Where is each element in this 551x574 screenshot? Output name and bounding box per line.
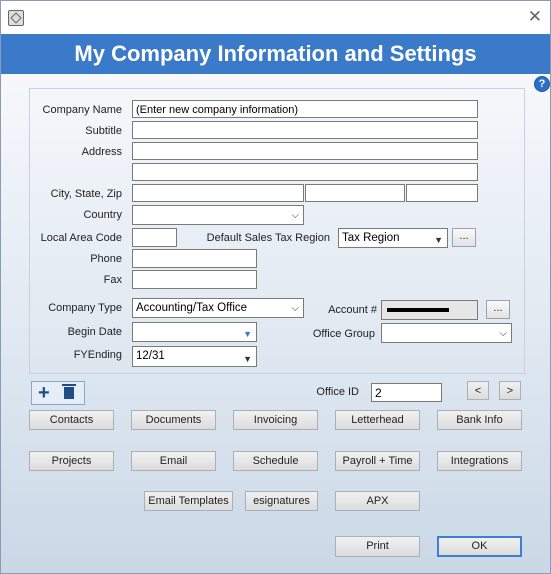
fy-ending-value: 12/31 (136, 350, 165, 362)
chevron-down-icon: ⌵ (499, 328, 507, 339)
apx-button[interactable]: APX (335, 491, 420, 511)
phone-field[interactable] (132, 249, 257, 268)
address-label: Address (81, 146, 122, 158)
email-templates-button[interactable]: Email Templates (144, 491, 233, 511)
office-id-field[interactable]: 2 (371, 383, 442, 402)
help-icon[interactable]: ? (534, 76, 550, 92)
local-area-code-field[interactable] (132, 228, 177, 247)
letterhead-button[interactable]: Letterhead (335, 410, 420, 430)
tax-region-select[interactable]: Tax Region ▼ (338, 228, 448, 248)
payroll-time-button[interactable]: Payroll + Time (335, 451, 420, 471)
projects-button[interactable]: Projects (29, 451, 114, 471)
email-button[interactable]: Email (131, 451, 216, 471)
subtitle-field[interactable] (132, 121, 478, 139)
company-type-value: Accounting/Tax Office (136, 302, 248, 314)
dialog-window: ✕ My Company Information and Settings ? … (0, 0, 551, 574)
previous-record-button[interactable]: < (467, 381, 489, 400)
tax-region-value: Tax Region (342, 232, 400, 244)
print-button[interactable]: Print (335, 536, 420, 557)
fax-field[interactable] (132, 270, 257, 289)
dropdown-arrow-icon: ▼ (243, 354, 252, 364)
company-name-field[interactable]: (Enter new company information) (132, 100, 478, 118)
schedule-button[interactable]: Schedule (233, 451, 318, 471)
zip-field[interactable] (406, 184, 478, 202)
city-state-zip-label: City, State, Zip (50, 188, 122, 200)
next-record-button[interactable]: > (499, 381, 521, 400)
title-bar: ✕ (1, 1, 550, 33)
fy-ending-label: FYEnding (73, 349, 122, 361)
company-name-label: Company Name (42, 104, 122, 116)
phone-label: Phone (90, 253, 122, 265)
chevron-down-icon: ⌵ (291, 303, 299, 314)
contacts-button[interactable]: Contacts (29, 410, 114, 430)
documents-button[interactable]: Documents (131, 410, 216, 430)
tax-region-browse-button[interactable]: ... (452, 228, 476, 247)
calendar-dropdown-icon: ▼ (243, 329, 252, 339)
begin-date-picker[interactable]: ▼ (132, 322, 257, 342)
begin-date-label: Begin Date (67, 326, 122, 338)
tax-region-label: Default Sales Tax Region (206, 232, 330, 244)
dropdown-arrow-icon: ▼ (434, 235, 443, 245)
trash-icon[interactable] (62, 384, 76, 399)
company-type-label: Company Type (48, 302, 122, 314)
app-icon (8, 10, 24, 26)
account-label: Account # (328, 304, 377, 316)
close-icon[interactable]: ✕ (528, 7, 542, 27)
chevron-down-icon: ⌵ (291, 210, 299, 221)
address-line2-field[interactable] (132, 163, 478, 181)
fy-ending-select[interactable]: 12/31 ▼ (132, 346, 257, 367)
record-toolbar: + (31, 381, 85, 405)
ok-button[interactable]: OK (437, 536, 522, 557)
account-field[interactable] (381, 300, 478, 320)
office-group-label: Office Group (312, 328, 375, 340)
plus-icon[interactable]: + (38, 382, 50, 404)
account-browse-button[interactable]: ... (486, 300, 510, 319)
office-group-select[interactable]: ⌵ (381, 323, 512, 343)
fax-label: Fax (103, 274, 122, 286)
state-field[interactable] (305, 184, 405, 202)
esignatures-button[interactable]: esignatures (245, 491, 318, 511)
masked-account-value (387, 308, 449, 312)
country-select[interactable]: ⌵ (132, 205, 304, 225)
subtitle-label: Subtitle (85, 125, 122, 137)
country-label: Country (83, 209, 122, 221)
integrations-button[interactable]: Integrations (437, 451, 522, 471)
page-title: My Company Information and Settings (1, 34, 550, 74)
company-type-select[interactable]: Accounting/Tax Office ⌵ (132, 298, 304, 318)
bank-info-button[interactable]: Bank Info (437, 410, 522, 430)
city-field[interactable] (132, 184, 304, 202)
address-line1-field[interactable] (132, 142, 478, 160)
office-id-label: Office ID (316, 386, 359, 398)
invoicing-button[interactable]: Invoicing (233, 410, 318, 430)
local-area-code-label: Local Area Code (40, 232, 122, 244)
